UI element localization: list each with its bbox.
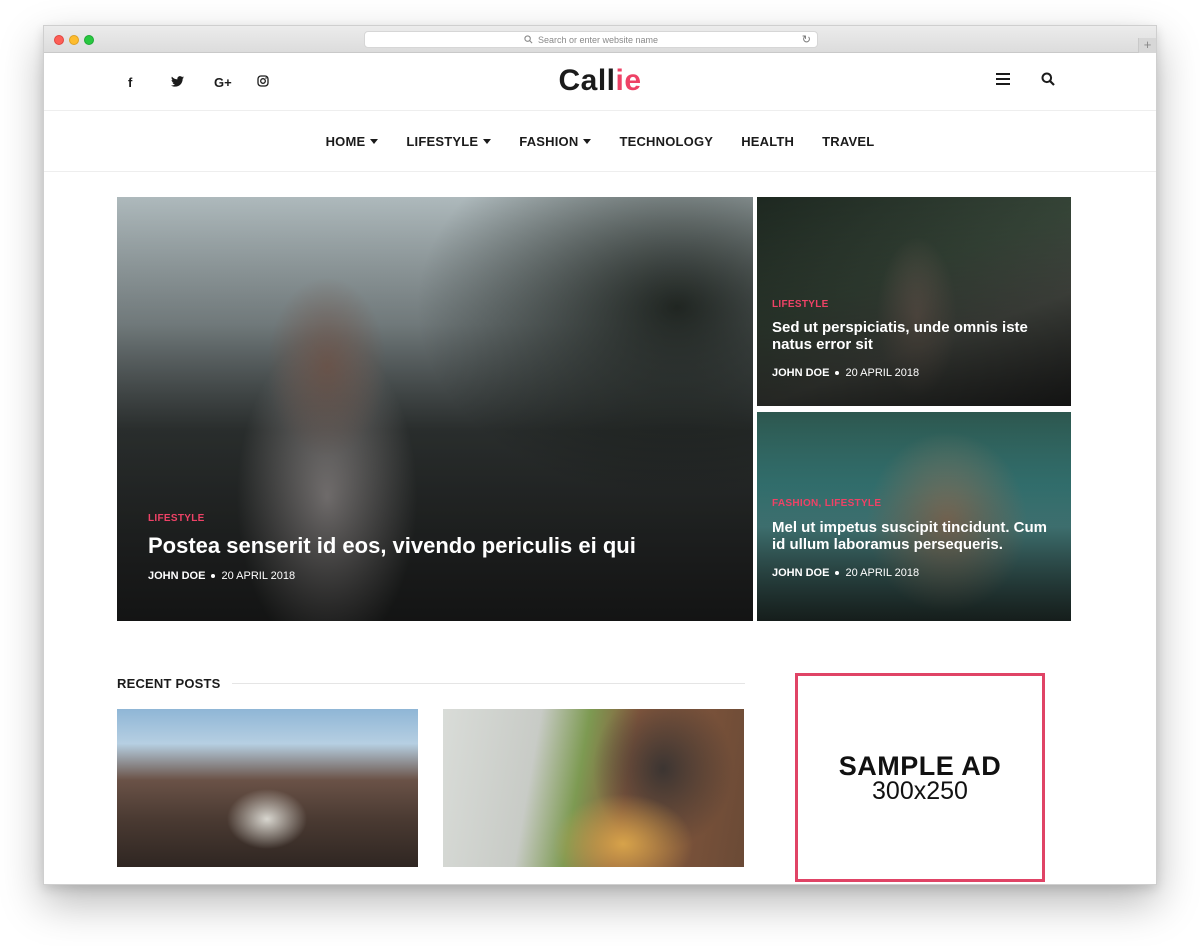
site-header: f G+ Callie	[44, 53, 1156, 111]
post-author[interactable]: JOHN DOE	[772, 367, 829, 379]
bullet-separator	[835, 371, 840, 376]
ad-size: 300x250	[872, 776, 968, 805]
nav-label: LIFESTYLE	[406, 134, 479, 149]
ad-title: SAMPLE AD	[838, 750, 1002, 781]
section-divider	[232, 683, 745, 684]
recent-posts-heading: RECENT POSTS	[117, 676, 221, 691]
post-date: 20 APRIL 2018	[845, 567, 920, 579]
recent-post-caption	[125, 867, 418, 884]
search-icon[interactable]	[1041, 72, 1055, 86]
featured-post-main[interactable]: LIFESTYLE Postea senserit id eos, vivend…	[117, 197, 753, 621]
bullet-separator	[211, 574, 216, 579]
nav-item-health[interactable]: HEALTH	[741, 134, 794, 149]
logo-accent-text: ie	[615, 64, 642, 97]
nav-label: FASHION	[519, 134, 579, 149]
post-author[interactable]: JOHN DOE	[148, 570, 205, 582]
nav-item-lifestyle[interactable]: LIFESTYLE	[406, 134, 492, 149]
nav-item-home[interactable]: HOME	[326, 134, 379, 149]
featured-side-top-meta: LIFESTYLE Sed ut perspiciatis, unde omni…	[772, 299, 1062, 379]
chevron-down-icon	[483, 139, 492, 144]
nav-item-fashion[interactable]: FASHION	[519, 134, 592, 149]
search-icon	[524, 35, 533, 44]
post-byline: JOHN DOE 20 APRIL 2018	[772, 367, 1062, 379]
site-logo[interactable]: Callie	[44, 64, 1156, 98]
nav-item-technology[interactable]: TECHNOLOGY	[619, 134, 713, 149]
sample-ad-banner[interactable]: SAMPLE AD 300x250	[795, 673, 1045, 882]
address-placeholder: Search or enter website name	[537, 34, 659, 45]
post-category[interactable]: LIFESTYLE	[772, 299, 1062, 310]
logo-text: Call	[558, 64, 616, 97]
recent-post-image-bench	[443, 709, 744, 867]
post-date: 20 APRIL 2018	[221, 570, 296, 582]
page: Search or enter website name ↻ + f G+ Ca…	[0, 0, 1200, 946]
chevron-down-icon	[370, 139, 379, 144]
nav-label: HOME	[325, 134, 366, 149]
featured-main-meta: LIFESTYLE Postea senserit id eos, vivend…	[148, 513, 708, 582]
featured-side-bottom-meta: FASHION, LIFESTYLE Mel ut impetus suscip…	[772, 498, 1062, 579]
post-title[interactable]: Postea senserit id eos, vivendo periculi…	[148, 532, 708, 560]
nav-label: TRAVEL	[822, 134, 875, 149]
main-navigation: HOME LIFESTYLE FASHION TECHNOLOGY HEALTH…	[44, 112, 1156, 172]
featured-post-side-top[interactable]: LIFESTYLE Sed ut perspiciatis, unde omni…	[757, 197, 1071, 406]
new-tab-button[interactable]: +	[1138, 38, 1156, 53]
nav-label: HEALTH	[741, 134, 795, 149]
nav-label: TECHNOLOGY	[619, 134, 714, 149]
post-author[interactable]: JOHN DOE	[772, 567, 829, 579]
post-category[interactable]: FASHION, LIFESTYLE	[772, 498, 1062, 509]
recent-post-card[interactable]	[117, 709, 418, 884]
featured-post-side-bottom[interactable]: FASHION, LIFESTYLE Mel ut impetus suscip…	[757, 412, 1071, 621]
post-byline: JOHN DOE 20 APRIL 2018	[772, 567, 1062, 579]
address-bar[interactable]: Search or enter website name ↻	[364, 31, 818, 48]
reload-icon[interactable]: ↻	[802, 33, 811, 46]
chevron-down-icon	[583, 139, 592, 144]
recent-post-image-hiker	[117, 709, 418, 867]
post-date: 20 APRIL 2018	[845, 367, 920, 379]
post-title[interactable]: Mel ut impetus suscipit tincidunt. Cum i…	[772, 519, 1062, 553]
browser-toolbar: Search or enter website name ↻ +	[44, 26, 1156, 53]
close-window-icon[interactable]	[54, 35, 64, 45]
recent-post-caption	[451, 867, 744, 884]
post-category[interactable]: LIFESTYLE	[148, 513, 708, 524]
bullet-separator	[835, 571, 840, 576]
recent-post-card[interactable]	[443, 709, 744, 884]
hamburger-menu-icon[interactable]	[996, 73, 1010, 87]
nav-item-travel[interactable]: TRAVEL	[822, 134, 874, 149]
post-byline: JOHN DOE 20 APRIL 2018	[148, 570, 708, 582]
browser-window: Search or enter website name ↻ + f G+ Ca…	[43, 25, 1157, 885]
zoom-window-icon[interactable]	[84, 35, 94, 45]
minimize-window-icon[interactable]	[69, 35, 79, 45]
post-title[interactable]: Sed ut perspiciatis, unde omnis iste nat…	[772, 319, 1062, 353]
